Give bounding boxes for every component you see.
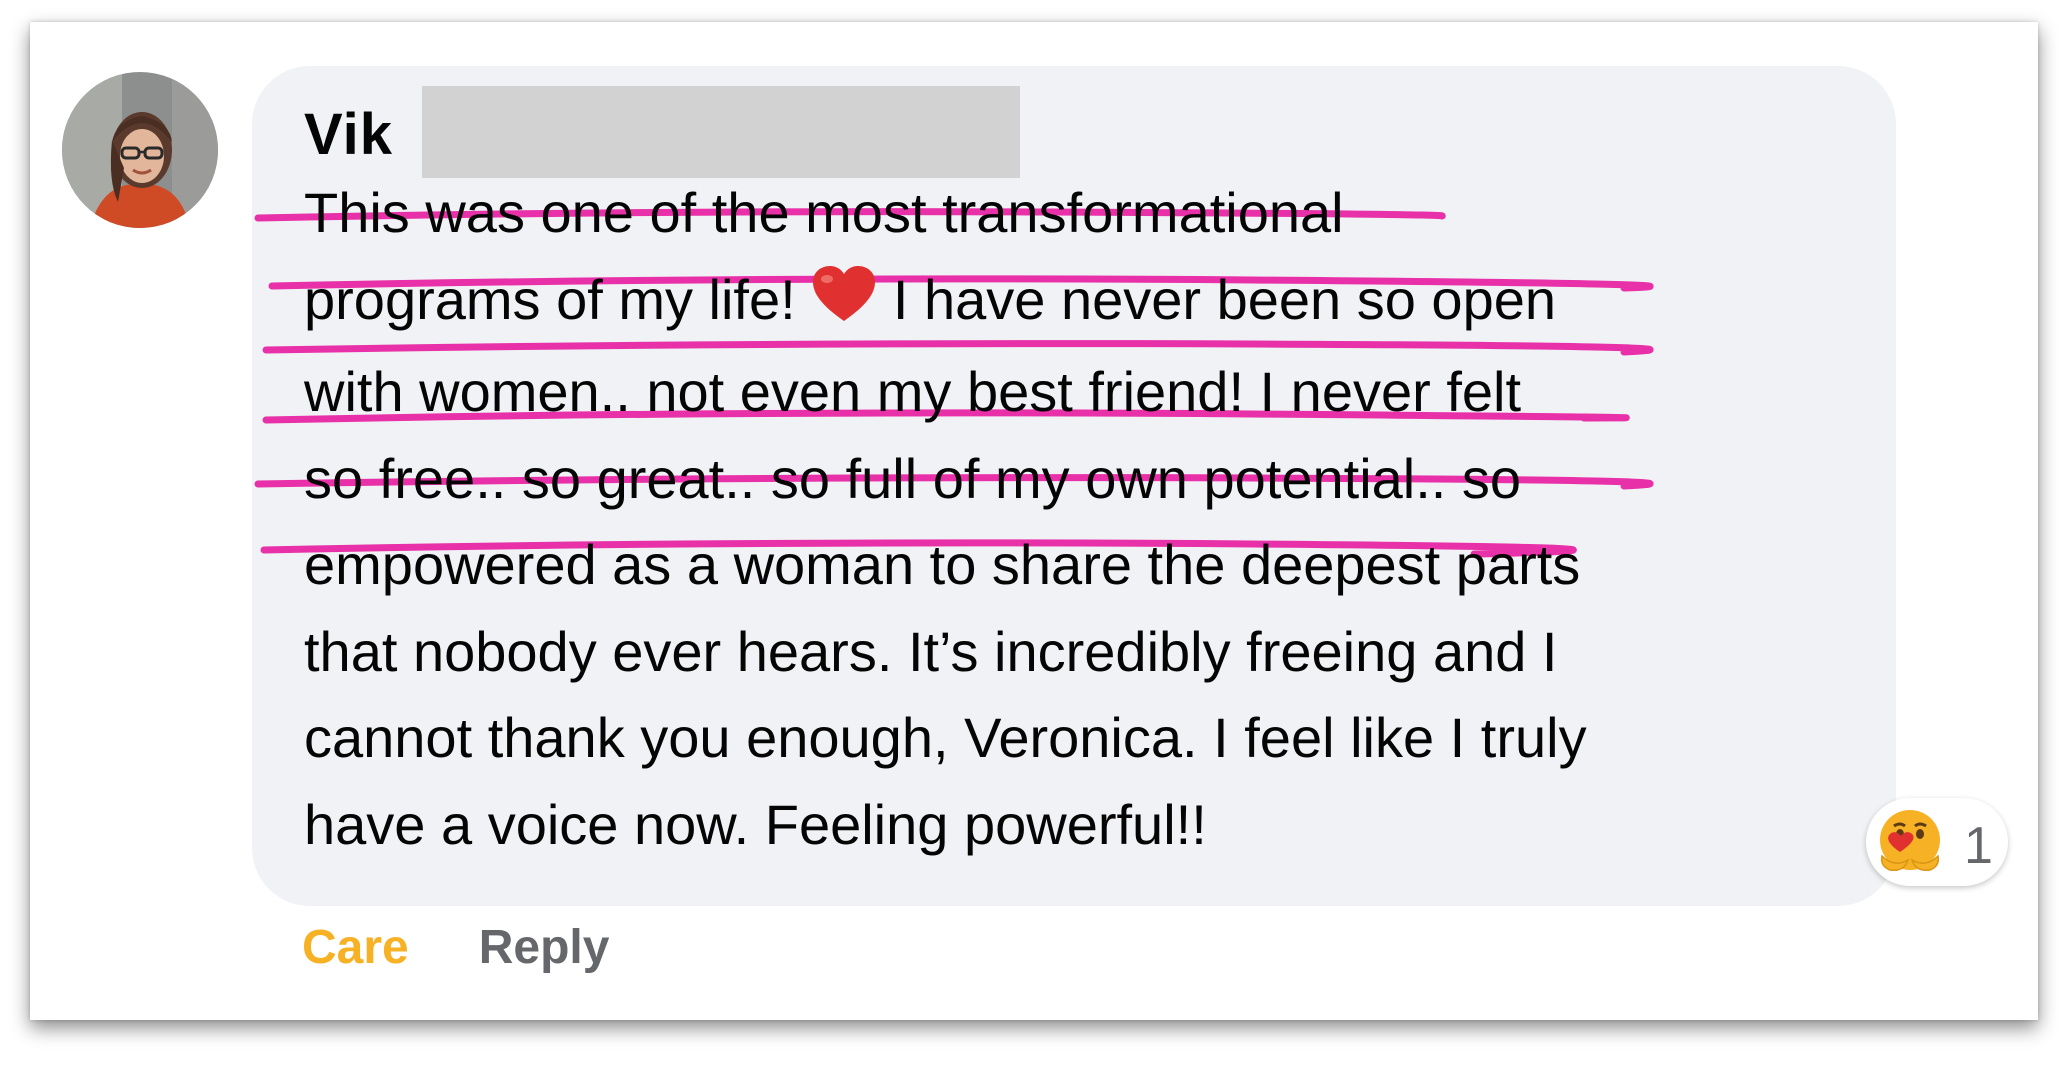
care-emoji-icon: [1874, 806, 1946, 883]
reply-button[interactable]: Reply: [479, 920, 610, 975]
comment-card: Vik This was one of the most transformat…: [30, 22, 2038, 1020]
avatar-photo-icon: [62, 72, 218, 228]
comment-line: programs of my life!: [304, 267, 796, 331]
heart-emoji: [811, 263, 877, 350]
comment-actions: Care Reply: [302, 912, 609, 982]
comment-line: I have never been so open: [892, 267, 1556, 331]
comment-line: empowered as a woman to share the deepes…: [304, 533, 1581, 596]
comment-line: that nobody ever hears. It’s incredibly …: [304, 619, 1558, 683]
redacted-name-block: [422, 86, 1020, 178]
avatar[interactable]: [62, 72, 218, 228]
care-reaction-button[interactable]: Care: [302, 920, 409, 975]
reaction-count: 1: [1964, 817, 1993, 875]
comment-line: so free.. so great.. so full of my own p…: [304, 446, 1522, 510]
comment-line: This was one of the most transformationa…: [304, 181, 1344, 244]
comment-line: cannot thank you enough, Veronica. I fee…: [304, 706, 1587, 769]
author-name[interactable]: Vik: [304, 101, 393, 168]
reaction-summary[interactable]: 1: [1866, 798, 2008, 886]
comment-line: have a voice now. Feeling powerful!!: [304, 792, 1207, 856]
comment-line: with women.. not even my best friend! I …: [304, 360, 1522, 423]
comment-text: This was one of the most transformationa…: [304, 170, 1874, 868]
comment-bubble: Vik This was one of the most transformat…: [252, 66, 1896, 906]
